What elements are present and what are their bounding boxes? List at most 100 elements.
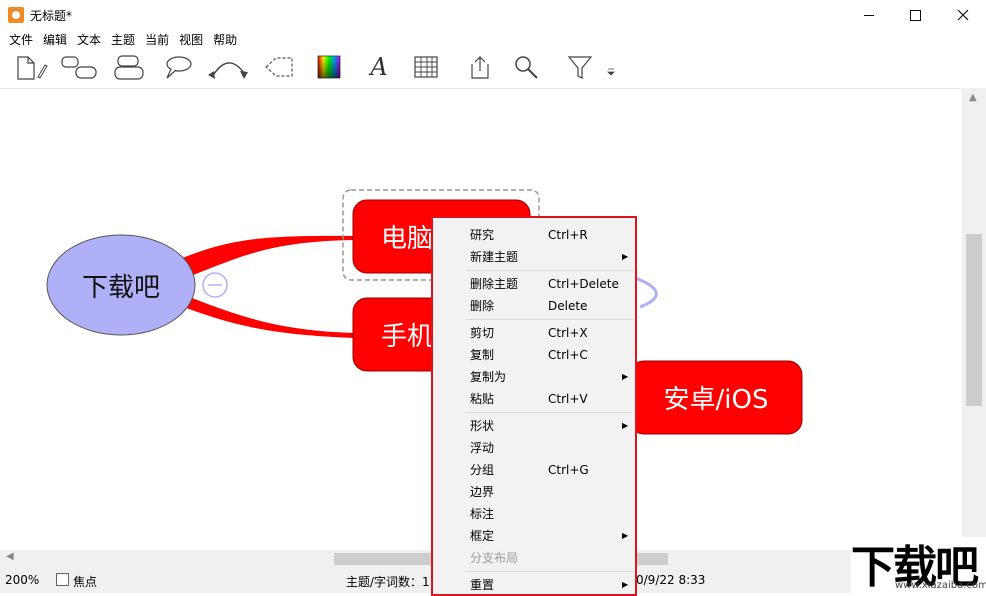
boundary-button[interactable] xyxy=(262,52,296,82)
new-document-button[interactable] xyxy=(10,52,50,82)
context-menu-item-label: 复制 xyxy=(470,348,495,362)
context-menu-item: 分支布局 xyxy=(433,547,635,569)
export-icon xyxy=(471,56,489,79)
menu-file[interactable]: 文件 xyxy=(4,30,38,50)
context-menu-shortcut: Ctrl+X xyxy=(548,326,588,340)
topic-icon xyxy=(61,56,97,79)
submenu-arrow-icon: ▶ xyxy=(622,252,629,261)
minimize-button[interactable] xyxy=(846,0,892,30)
export-button[interactable] xyxy=(464,52,496,82)
branch-to-phone xyxy=(176,294,356,338)
table-icon xyxy=(414,56,438,78)
menu-help[interactable]: 帮助 xyxy=(208,30,242,50)
context-menu-item[interactable]: 删除主题 Ctrl+Delete xyxy=(433,273,635,295)
context-menu-item-label: 形状 xyxy=(470,419,495,433)
app-logo-icon xyxy=(8,7,24,23)
close-icon xyxy=(957,9,969,21)
menu-text[interactable]: 文本 xyxy=(72,30,106,50)
context-menu-item-label: 研究 xyxy=(470,228,495,242)
context-menu-item[interactable]: 分组 Ctrl+G xyxy=(433,459,635,481)
context-menu-item[interactable]: 复制为 ▶ xyxy=(433,366,635,388)
context-menu-item[interactable]: 剪切 Ctrl+X xyxy=(433,322,635,344)
table-button[interactable] xyxy=(410,52,442,82)
context-menu-item-label: 新建主题 xyxy=(470,250,519,264)
submenu-arrow-icon: ▶ xyxy=(622,372,629,381)
context-menu-item-label: 粘贴 xyxy=(470,392,495,406)
new-document-icon xyxy=(17,56,48,80)
context-menu-item-label: 边界 xyxy=(470,485,495,499)
topic-android-ios[interactable]: 安卓/iOS xyxy=(630,361,802,434)
context-menu-shortcut: Ctrl+Delete xyxy=(548,277,619,291)
filter-icon xyxy=(567,56,593,79)
menu-separator xyxy=(465,319,633,320)
subtopic-button[interactable] xyxy=(110,52,150,82)
menu-view[interactable]: 视图 xyxy=(174,30,208,50)
zoom-level[interactable]: 200% xyxy=(5,573,39,587)
vertical-scrollbar[interactable]: ▲ xyxy=(962,88,986,550)
context-menu-shortcut: Delete xyxy=(548,299,588,313)
focus-checkbox[interactable] xyxy=(56,573,69,586)
timestamp: 0/9/22 8:33 xyxy=(636,573,706,587)
context-menu-item[interactable]: 删除 Delete xyxy=(433,295,635,317)
menu-separator xyxy=(465,412,633,413)
filter-button[interactable] xyxy=(564,52,596,82)
central-topic-label: 下载吧 xyxy=(81,272,160,303)
font-icon: A xyxy=(370,53,388,81)
color-palette-button[interactable] xyxy=(314,52,344,82)
context-menu-shortcut: Ctrl+C xyxy=(548,348,588,362)
central-topic[interactable]: 下载吧 xyxy=(47,235,195,335)
window-title: 无标题* xyxy=(30,9,73,23)
context-menu-item[interactable]: 标注 xyxy=(433,503,635,525)
context-menu-item-label: 删除主题 xyxy=(470,277,519,291)
context-menu: 研究 Ctrl+R 新建主题 ▶ 删除主题 Ctrl+Delete 删除 Delete 剪切 Ct… xyxy=(431,216,637,596)
callout-icon xyxy=(166,56,192,79)
topic-phone-label: 手机 xyxy=(380,322,433,352)
relationship-button[interactable] xyxy=(206,52,252,82)
context-menu-item-label: 分组 xyxy=(470,463,495,477)
context-menu-shortcut: Ctrl+V xyxy=(548,392,588,406)
more-icon xyxy=(607,68,615,76)
topic-computer[interactable]: 电脑 xyxy=(353,200,433,273)
context-menu-item[interactable]: 框定 ▶ xyxy=(433,525,635,547)
menu-edit[interactable]: 编辑 xyxy=(38,30,72,50)
vertical-scroll-thumb[interactable] xyxy=(966,234,982,406)
context-menu-item[interactable]: 复制 Ctrl+C xyxy=(433,344,635,366)
topic-android-ios-label: 安卓/iOS xyxy=(663,385,769,415)
subtopic-icon xyxy=(114,55,144,80)
toolbar-overflow-button[interactable] xyxy=(604,64,618,80)
context-menu-item[interactable]: 新建主题 ▶ xyxy=(433,246,635,268)
color-palette-icon xyxy=(317,55,341,79)
context-menu-shortcut: Ctrl+R xyxy=(548,228,588,242)
search-button[interactable] xyxy=(510,52,542,82)
context-menu-shortcut: Ctrl+G xyxy=(548,463,589,477)
callout-button[interactable] xyxy=(160,52,196,82)
context-menu-item-label: 分支布局 xyxy=(470,551,519,565)
relationship-icon xyxy=(208,62,248,79)
boundary-icon xyxy=(265,57,293,77)
context-menu-item-label: 标注 xyxy=(470,507,495,521)
close-button[interactable] xyxy=(940,0,986,30)
maximize-button[interactable] xyxy=(892,0,938,30)
context-menu-item[interactable]: 边界 xyxy=(433,481,635,503)
topic-phone[interactable]: 手机 xyxy=(353,298,433,371)
menu-topic[interactable]: 主题 xyxy=(106,30,140,50)
scroll-up-icon[interactable]: ▲ xyxy=(969,92,977,103)
scroll-left-icon[interactable]: ◀ xyxy=(6,551,14,562)
maximize-icon xyxy=(909,9,921,21)
branch-to-computer xyxy=(180,235,356,277)
context-menu-item[interactable]: 形状 ▶ xyxy=(433,415,635,437)
topic-button[interactable] xyxy=(58,52,100,82)
menu-bar: 文件 编辑 文本 主题 当前 视图 帮助 xyxy=(0,30,986,50)
focus-label: 焦点 xyxy=(73,575,98,589)
font-button[interactable]: A xyxy=(364,52,394,82)
context-menu-item[interactable]: 浮动 xyxy=(433,437,635,459)
menu-current[interactable]: 当前 xyxy=(140,30,174,50)
context-menu-item[interactable]: 研究 Ctrl+R xyxy=(433,224,635,246)
context-menu-item[interactable]: 粘贴 Ctrl+V xyxy=(433,388,635,410)
topic-computer-label: 电脑 xyxy=(380,224,433,254)
search-icon xyxy=(515,56,538,79)
context-menu-item-label: 删除 xyxy=(470,299,495,313)
toolbar: A xyxy=(0,50,986,88)
context-menu-item-label: 框定 xyxy=(470,529,495,543)
context-menu-item-label: 复制为 xyxy=(470,370,507,384)
